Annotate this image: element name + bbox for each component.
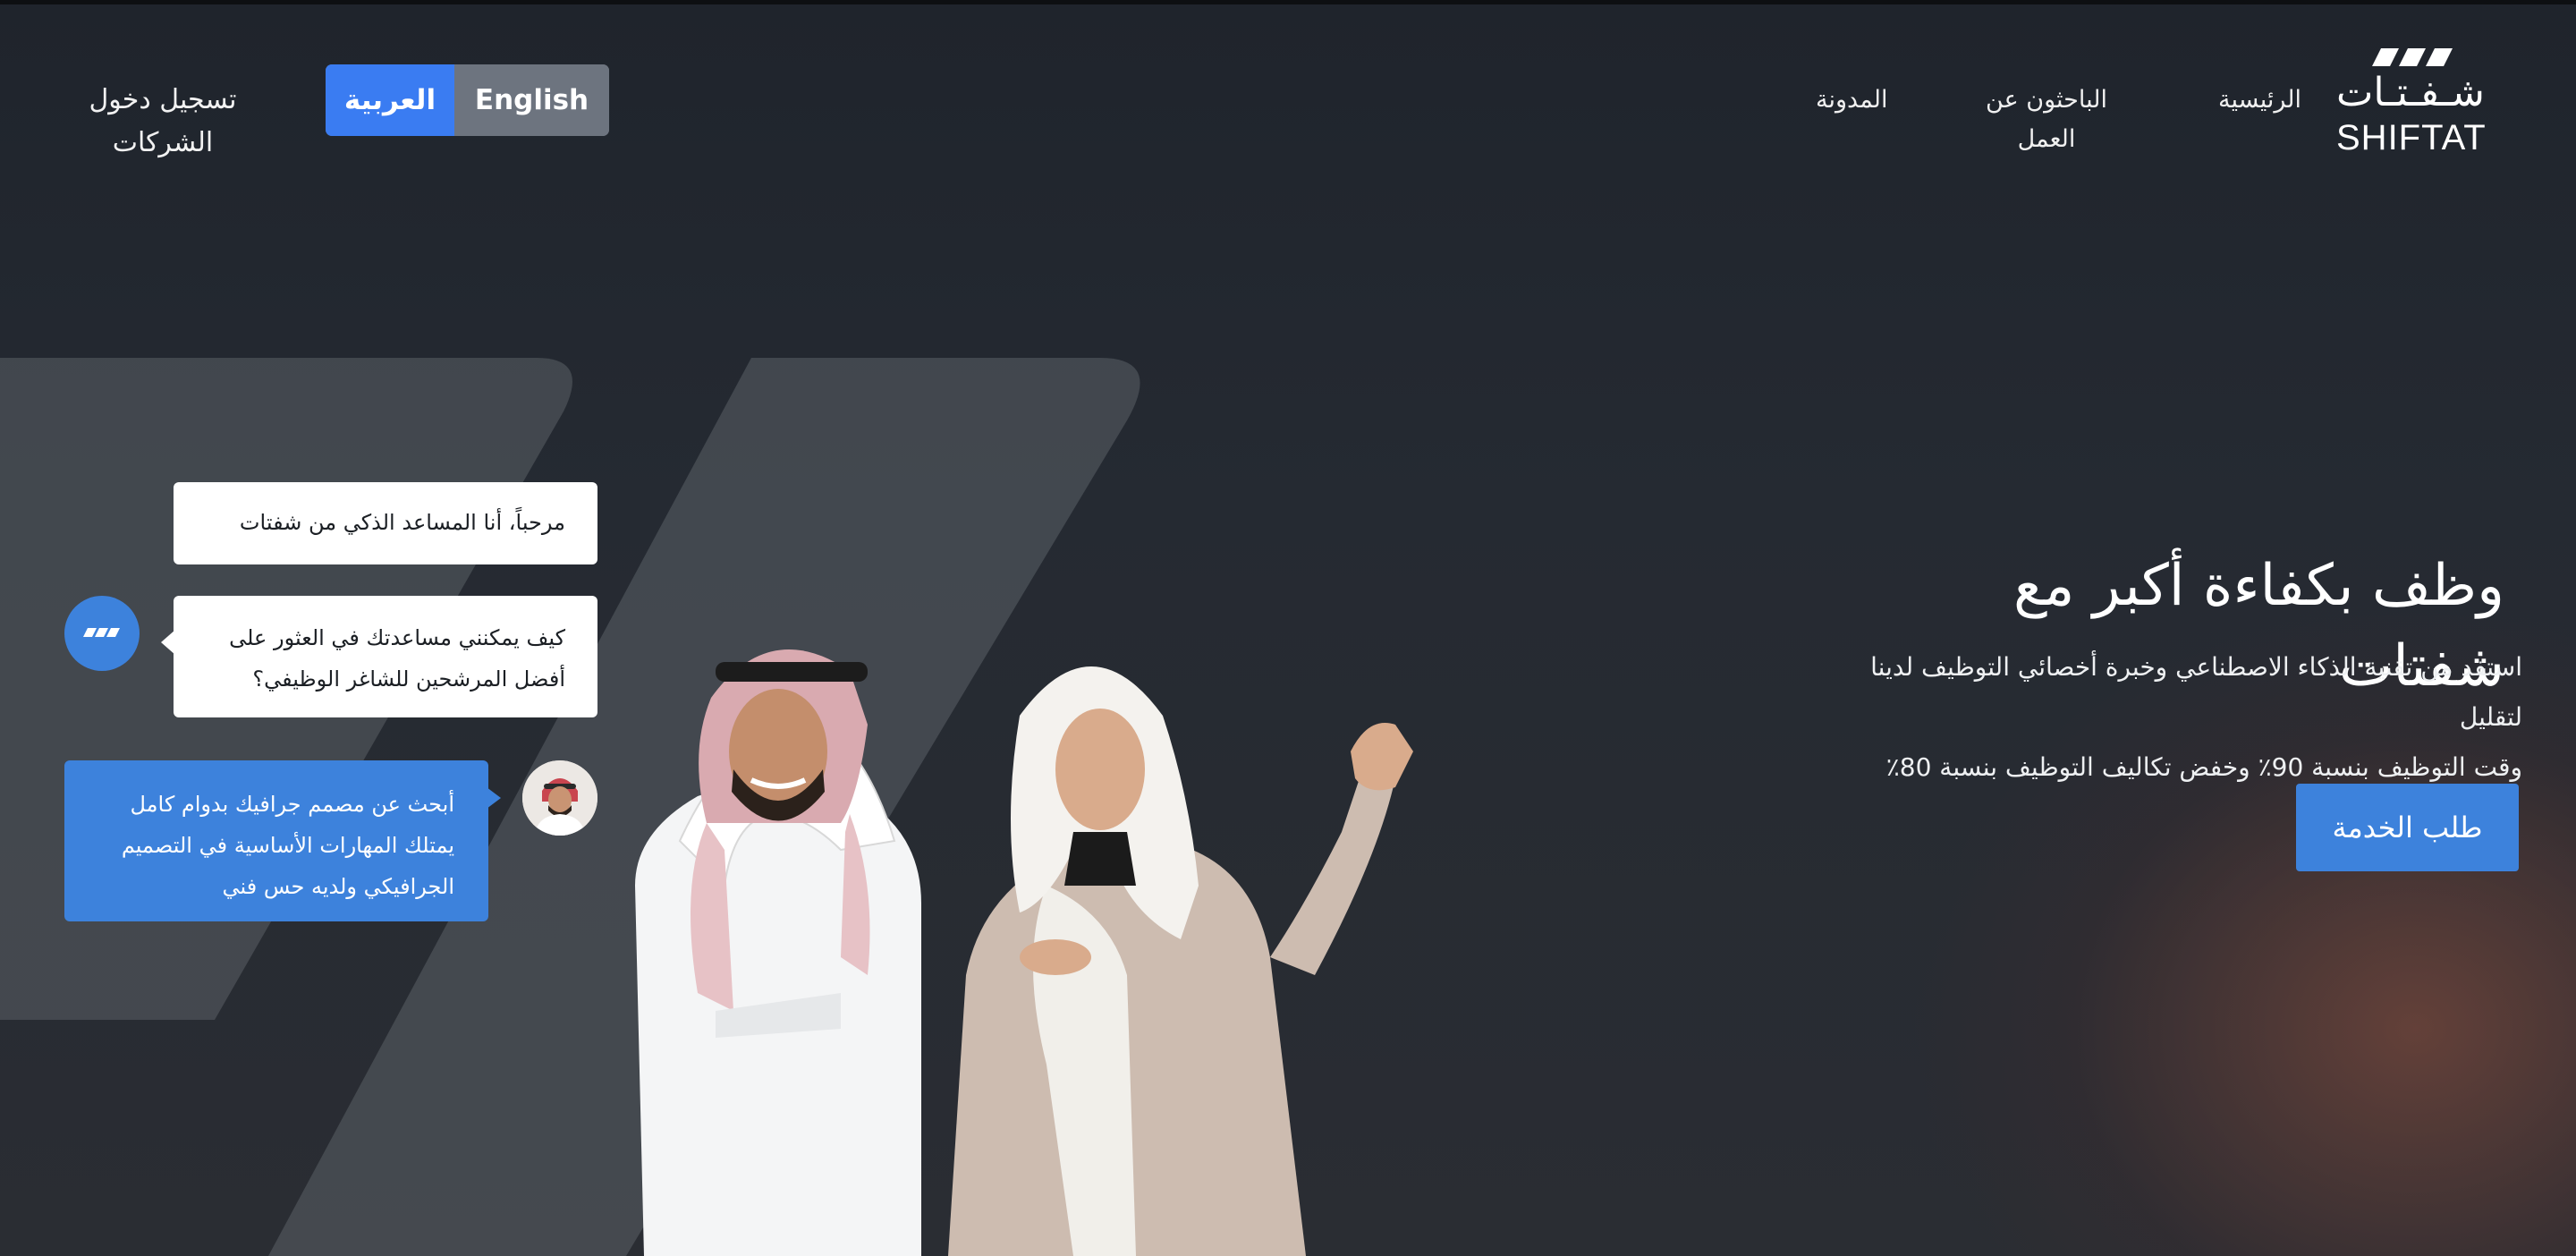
- hero-subtitle: استفد من تقنية الذكاء الاصطناعي وخبرة أخ…: [1807, 642, 2522, 793]
- chat-reply-line-2: يمتلك المهارات الأساسية في التصميم: [121, 833, 454, 858]
- chat-bubble-question: كيف يمكنني مساعدتك في العثور على أفضل ال…: [161, 596, 597, 717]
- nav-home[interactable]: الرئيسية: [2218, 81, 2301, 120]
- language-toggle: العربية English: [326, 64, 609, 136]
- chat-reply-line-1: أبحث عن مصمم جرافيك بدوام كامل: [130, 792, 454, 817]
- logo-english-text: SHIFTAT: [2336, 118, 2487, 157]
- hero-subtitle-line-1: استفد من تقنية الذكاء الاصطناعي وخبرة أخ…: [1870, 652, 2522, 732]
- top-border: [0, 0, 2576, 4]
- language-arabic-button[interactable]: العربية: [326, 64, 454, 136]
- chat-greeting-text: مرحباً، أنا المساعد الذكي من شفتات: [239, 510, 565, 535]
- bot-avatar: [64, 596, 140, 671]
- shiftat-logo-icon: [83, 628, 120, 637]
- user-photo-avatar: [522, 760, 597, 836]
- user-avatar-icon: [522, 760, 597, 836]
- shiftat-logo[interactable]: شـفـتـات SHIFTAT: [2336, 43, 2487, 159]
- request-service-button[interactable]: طلب الخدمة: [2296, 784, 2519, 871]
- chat-bubble-reply: أبحث عن مصمم جرافيك بدوام كامل يمتلك الم…: [64, 760, 501, 921]
- chat-bubble-greeting: مرحباً، أنا المساعد الذكي من شفتات: [174, 482, 597, 564]
- bubble-tail: [487, 787, 501, 809]
- nav-blog[interactable]: المدونة: [1816, 81, 1888, 120]
- nav-job-seekers[interactable]: الباحثون عن العمل: [1955, 81, 2138, 159]
- chat-reply-line-3: الجرافيكي ولديه حس فني: [222, 874, 454, 899]
- chat-question-line-1: كيف يمكنني مساعدتك في العثور على: [229, 625, 565, 650]
- chat-question-line-2: أفضل المرشحين للشاغر الوظيفي؟: [252, 666, 565, 692]
- logo-arabic-text: شـفـتـات: [2336, 70, 2485, 115]
- hero-people-image: [635, 649, 1413, 1256]
- logo-stripes-icon: [2372, 48, 2453, 66]
- bubble-tail: [161, 630, 175, 655]
- language-english-button[interactable]: English: [454, 64, 609, 136]
- company-login-link[interactable]: تسجيل دخول الشركات: [39, 79, 286, 165]
